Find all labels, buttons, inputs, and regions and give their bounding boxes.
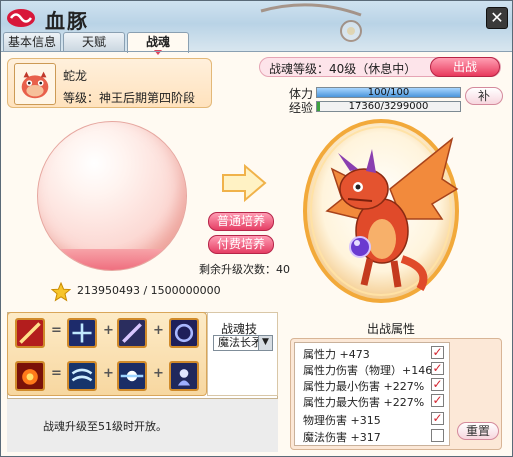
- orb-exp-text: 213950493 / 1500000000: [77, 284, 221, 297]
- attribute-row: 物理伤害 +315: [303, 414, 381, 427]
- fire-skill-icon[interactable]: [15, 361, 45, 391]
- chevron-down-icon[interactable]: ▼: [258, 336, 272, 350]
- pet-window: 血豚 ✕ 基本信息 天赋 战魂 蛇龙 等级： 神王后期第四阶段 战魂等级：40级…: [0, 0, 513, 457]
- attribute-checkbox[interactable]: ✓: [431, 346, 444, 359]
- spirit-skill-icon[interactable]: [169, 361, 199, 391]
- arrow-right-icon: [222, 163, 267, 203]
- pet-name: 蛇龙: [63, 69, 88, 83]
- wind-skill-icon[interactable]: [67, 361, 97, 391]
- lamp-decoration: [260, 3, 362, 42]
- ice-skill-icon[interactable]: [67, 318, 97, 348]
- vortex-skill-icon[interactable]: [169, 318, 199, 348]
- remaining-upgrades-text: 剩余升级次数：40: [199, 263, 290, 276]
- hp-bar: 100/100: [316, 87, 461, 98]
- plus-sign: +: [153, 323, 164, 338]
- app-logo-icon: [7, 9, 35, 27]
- tab-label: 基本信息: [7, 35, 56, 49]
- equals-sign: =: [51, 366, 62, 381]
- exp-label: 经验: [289, 101, 314, 115]
- exp-bar: 17360/3299000: [316, 101, 461, 112]
- refill-button[interactable]: 补: [465, 87, 503, 105]
- tab-label: 战魂: [145, 35, 170, 49]
- attribute-checkbox[interactable]: ✓: [431, 362, 444, 375]
- attribute-checkbox[interactable]: ✓: [431, 378, 444, 391]
- plus-sign: +: [103, 323, 114, 338]
- plus-sign: +: [103, 366, 114, 381]
- attribute-row: 属性力 +473: [303, 348, 370, 361]
- tab-divider: [1, 51, 512, 52]
- attribute-row: 魔法伤害 +317: [303, 431, 381, 444]
- soul-level-text: 战魂等级：40级（休息中）: [269, 62, 417, 76]
- attribute-row: 属性力最大伤害 +227%: [303, 396, 425, 409]
- tab-label: 天赋: [81, 35, 106, 49]
- attributes-title: 出战属性: [367, 322, 416, 336]
- dash-skill-icon[interactable]: [117, 318, 147, 348]
- pet-level-value: 神王后期第四阶段: [99, 91, 196, 105]
- attribute-row: 属性力最小伤害 +227%: [303, 380, 425, 393]
- skill-select[interactable]: 魔法长矛 ▼: [213, 335, 273, 351]
- battle-button[interactable]: 出战: [430, 57, 500, 77]
- tab-battle-soul[interactable]: 战魂: [127, 32, 189, 55]
- attribute-checkbox[interactable]: ✓: [431, 412, 444, 425]
- close-icon[interactable]: ✕: [486, 7, 508, 29]
- plus-sign: +: [153, 366, 164, 381]
- pet-avatar: [14, 63, 56, 105]
- exp-text: 17360/3299000: [348, 101, 429, 112]
- skill-selected-value: 魔法长矛: [218, 336, 262, 349]
- paid-training-button[interactable]: 付费培养: [208, 235, 274, 254]
- tab-basic-info[interactable]: 基本信息: [3, 32, 61, 52]
- hp-text: 100/100: [367, 87, 410, 98]
- attribute-row: 属性力伤害（物理）+146: [303, 364, 433, 377]
- attribute-checkbox[interactable]: ✓: [431, 394, 444, 407]
- beam-skill-icon[interactable]: [117, 361, 147, 391]
- star-icon: [51, 282, 71, 302]
- slash-skill-icon[interactable]: [15, 318, 45, 348]
- normal-training-button[interactable]: 普通培养: [208, 212, 274, 231]
- pet-level-label: 等级：: [63, 91, 100, 105]
- attribute-checkbox[interactable]: [431, 429, 444, 442]
- window-title: 血豚: [45, 9, 89, 33]
- equals-sign: =: [51, 323, 62, 338]
- reset-button[interactable]: 重置: [457, 422, 499, 440]
- soul-orb-liquid: [38, 249, 186, 270]
- tab-talent[interactable]: 天赋: [63, 32, 125, 52]
- skill-info-text: 战魂升级至51级时开放。: [43, 420, 167, 433]
- pet-portrait: [303, 119, 459, 303]
- soul-orb: [37, 121, 187, 271]
